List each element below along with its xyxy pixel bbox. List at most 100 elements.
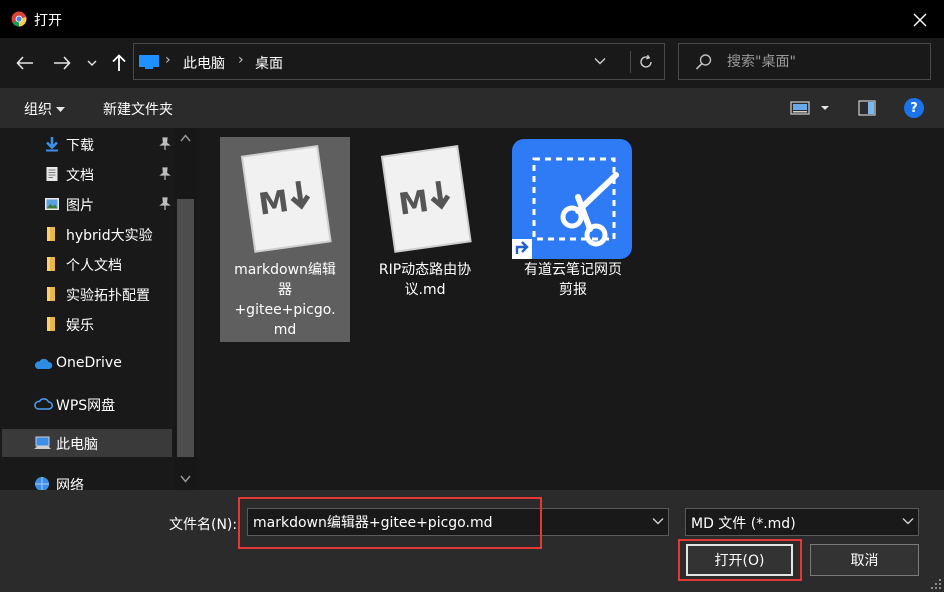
address-history-dropdown[interactable] [594, 53, 606, 69]
sidebar-item-downloads[interactable]: 下载 [2, 130, 172, 158]
help-icon[interactable]: ? [904, 98, 924, 118]
organize-menu[interactable]: 组织 [24, 99, 66, 119]
search-box[interactable] [678, 43, 931, 80]
sidebar-scrollbar[interactable] [175, 128, 196, 490]
file-name: 有道云笔记网页 剪报 [508, 260, 638, 300]
refresh-button[interactable] [630, 51, 660, 73]
chrome-icon [11, 11, 27, 27]
file-list: M markdown编辑 器 +gitee+picgo. md M RIP动态路… [196, 128, 944, 490]
window-title: 打开 [34, 13, 62, 29]
open-button[interactable]: 打开(O) [686, 544, 793, 576]
sidebar-item-onedrive[interactable]: OneDrive [2, 350, 172, 378]
filename-combobox[interactable] [247, 508, 669, 536]
breadcrumb-this-pc[interactable]: 此电脑 [183, 53, 225, 73]
folder-icon [47, 317, 55, 331]
sidebar-item-hybrid-lab[interactable]: hybrid大实验 [2, 220, 172, 248]
filename-input[interactable] [253, 512, 643, 532]
chevron-down-icon[interactable] [652, 517, 664, 525]
breadcrumb-desktop[interactable]: 桌面 [255, 53, 283, 73]
chevron-down-icon [87, 60, 97, 66]
forward-button[interactable] [51, 52, 73, 74]
folder-icon [47, 257, 55, 271]
download-arrow-icon [46, 137, 58, 152]
folder-icon [47, 287, 55, 301]
close-button[interactable] [908, 8, 932, 32]
computer-icon [34, 436, 51, 449]
file-name-line: 剪报 [559, 282, 587, 298]
filename-label: 文件名(N): [169, 517, 238, 533]
markdown-file-icon: M [380, 145, 472, 253]
new-folder-button[interactable]: 新建文件夹 [103, 99, 173, 119]
sidebar-item-personal-docs[interactable]: 个人文档 [2, 250, 172, 278]
cloud-icon [34, 358, 53, 369]
navigation-pane: 下载 文档 图片 hybrid大实验 个人文档 实验拓扑配置 娱乐 OneDri… [0, 128, 196, 490]
sidebar-item-documents[interactable]: 文档 [2, 160, 172, 188]
file-dialog-footer: 文件名(N): MD 文件 (*.md) 打开(O) 取消 [0, 490, 944, 592]
sidebar-item-label: 个人文档 [66, 258, 122, 274]
pin-icon[interactable] [158, 197, 172, 211]
scroll-up-icon[interactable] [180, 134, 191, 142]
close-icon [913, 13, 927, 27]
sidebar-item-label: 实验拓扑配置 [66, 288, 150, 304]
arrow-left-icon [16, 56, 33, 70]
pin-icon[interactable] [158, 137, 172, 151]
sidebar-item-topology-config[interactable]: 实验拓扑配置 [2, 280, 172, 308]
sidebar-item-label: 网络 [56, 478, 84, 490]
sidebar-item-wps-drive[interactable]: WPS网盘 [2, 390, 172, 418]
file-name-line: markdown编辑 [234, 262, 336, 278]
file-name: markdown编辑 器 +gitee+picgo. md [220, 260, 350, 340]
cancel-button[interactable]: 取消 [810, 544, 919, 576]
youdao-clipper-shortcut-icon [512, 139, 632, 259]
scroll-down-icon[interactable] [180, 475, 191, 483]
preview-pane-icon[interactable] [858, 100, 876, 116]
file-name-line: md [273, 322, 297, 338]
file-name-line: 器 [278, 282, 292, 298]
file-name-line: 有道云笔记网页 [524, 262, 622, 278]
sidebar-item-this-pc[interactable]: 此电脑 [2, 429, 172, 457]
file-name: RIP动态路由协 议.md [360, 260, 490, 300]
arrow-right-icon [54, 56, 71, 70]
file-item[interactable]: M markdown编辑 器 +gitee+picgo. md [220, 137, 350, 342]
sidebar-item-label: 图片 [66, 198, 94, 214]
file-name-line: 议.md [404, 282, 446, 298]
network-icon [35, 477, 49, 490]
up-button[interactable] [108, 52, 130, 74]
sidebar-item-network[interactable]: 网络 [2, 470, 172, 490]
address-bar[interactable]: › 此电脑 › 桌面 [133, 43, 665, 80]
navigation-bar: › 此电脑 › 桌面 [0, 38, 944, 88]
svg-text:M: M [256, 184, 290, 223]
sidebar-item-entertainment[interactable]: 娱乐 [2, 310, 172, 338]
view-mode-icon[interactable] [790, 100, 810, 116]
sidebar-item-label: 娱乐 [66, 318, 94, 334]
folder-icon [47, 227, 55, 241]
chevron-down-icon [902, 518, 914, 525]
file-item[interactable]: M RIP动态路由协 议.md [364, 137, 494, 307]
cloud-outline-icon [34, 398, 53, 410]
chevron-down-icon [594, 58, 606, 65]
sidebar-item-label: OneDrive [56, 355, 122, 371]
refresh-icon [639, 54, 652, 68]
arrow-up-icon [112, 54, 126, 71]
pin-icon[interactable] [158, 167, 172, 181]
sidebar-item-label: 文档 [66, 168, 94, 184]
document-icon [46, 167, 58, 181]
picture-icon [45, 198, 59, 210]
scrollbar-thumb[interactable] [177, 199, 194, 457]
filetype-select[interactable]: MD 文件 (*.md) [685, 508, 919, 536]
command-toolbar: 组织 新建文件夹 ? [0, 88, 944, 128]
organize-label: 组织 [24, 102, 52, 118]
filetype-value: MD 文件 (*.md) [691, 516, 796, 532]
recent-locations-button[interactable] [84, 52, 100, 74]
back-button[interactable] [14, 52, 36, 74]
sidebar-item-label: WPS网盘 [56, 398, 116, 414]
resize-grip-icon[interactable] [928, 576, 942, 590]
sidebar-item-label: 下载 [66, 138, 94, 154]
breadcrumb-separator-icon: › [165, 52, 171, 68]
file-item[interactable]: 有道云笔记网页 剪报 [508, 137, 638, 307]
svg-text:M: M [396, 184, 430, 223]
search-input[interactable] [727, 52, 917, 72]
sidebar-item-pictures[interactable]: 图片 [2, 190, 172, 218]
sidebar-item-label: hybrid大实验 [66, 228, 153, 244]
caret-down-icon[interactable] [820, 100, 830, 116]
sidebar-item-label: 此电脑 [56, 437, 98, 453]
